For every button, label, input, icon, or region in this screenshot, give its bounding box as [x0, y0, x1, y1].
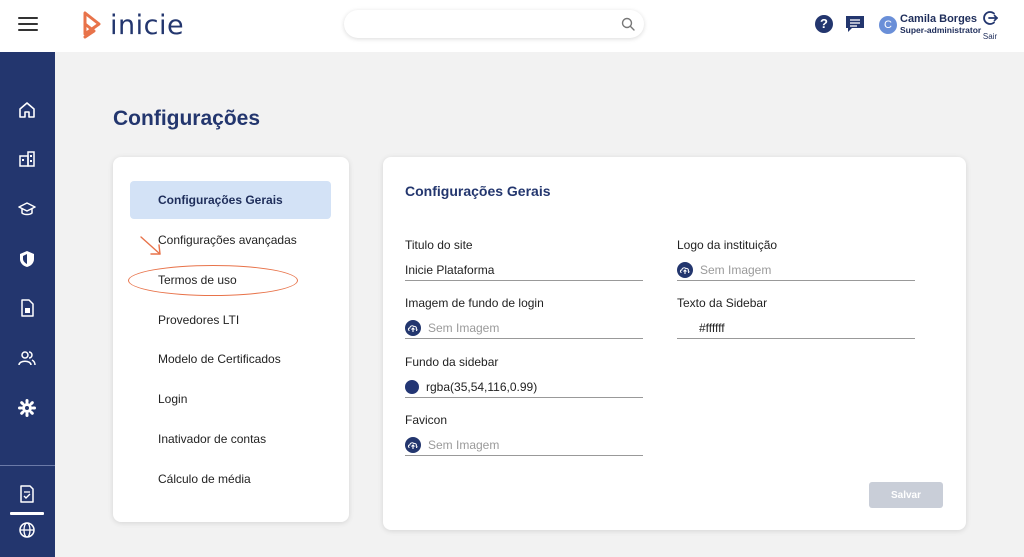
sidebar-divider [0, 465, 55, 466]
gear-icon[interactable] [18, 399, 36, 417]
menu-item-lti-providers[interactable]: Provedores LTI [130, 301, 331, 339]
user-profile[interactable]: C Camila Borges Super-administrator [879, 13, 981, 36]
login-background-label: Imagem de fundo de login [405, 296, 544, 310]
logout-button[interactable]: Sair [981, 10, 999, 41]
sidebar-text-label: Texto da Sidebar [677, 296, 768, 310]
save-button[interactable]: Salvar [869, 482, 943, 508]
avatar: C [879, 15, 897, 34]
menu-item-advanced-settings[interactable]: Configurações avançadas [130, 221, 331, 259]
site-title-input[interactable]: Inicie Plataforma [405, 260, 643, 281]
site-title-label: Titulo do site [405, 238, 473, 252]
login-background-placeholder: Sem Imagem [428, 321, 500, 335]
form-title: Configurações Gerais [405, 183, 551, 199]
search-bar [344, 10, 644, 38]
institution-logo-upload[interactable]: Sem Imagem [677, 260, 915, 281]
top-bar: inicie ? C Camila Borges Super-administr… [0, 0, 1024, 52]
report-icon[interactable] [18, 485, 36, 503]
users-icon[interactable] [18, 349, 36, 367]
favicon-label: Favicon [405, 413, 448, 427]
user-name: Camila Borges [900, 13, 978, 25]
sidebar-text-input[interactable]: #ffffff [677, 318, 915, 339]
logout-icon [983, 11, 999, 25]
building-icon[interactable] [18, 150, 36, 168]
logout-label: Sair [982, 32, 998, 41]
menu-item-average-calculation[interactable]: Cálculo de média [130, 460, 331, 498]
user-role: Super-administrator [900, 25, 982, 35]
favicon-placeholder: Sem Imagem [428, 438, 500, 452]
sidebar-background-value: rgba(35,54,116,0.99) [426, 380, 538, 394]
sidebar-active-indicator [10, 512, 44, 515]
help-icon[interactable]: ? [815, 15, 833, 33]
globe-icon[interactable] [18, 521, 36, 539]
settings-menu: Configurações Gerais Configurações avanç… [113, 157, 349, 522]
site-title-field: Titulo do site Inicie Plataforma [405, 238, 643, 281]
chat-icon[interactable] [845, 15, 865, 33]
menu-item-certificate-templates[interactable]: Modelo de Certificados [130, 340, 331, 378]
home-icon[interactable] [18, 101, 36, 119]
sidebar-text-value: #ffffff [699, 321, 725, 335]
upload-icon[interactable] [405, 320, 421, 336]
sidebar-text-field: Texto da Sidebar #ffffff [677, 296, 915, 339]
sidebar-background-field: Fundo da sidebar rgba(35,54,116,0.99) [405, 355, 643, 398]
menu-item-account-deactivator[interactable]: Inativador de contas [130, 420, 331, 458]
menu-item-login[interactable]: Login [130, 380, 331, 418]
upload-icon[interactable] [677, 262, 693, 278]
login-background-field: Imagem de fundo de login Sem Imagem [405, 296, 643, 339]
document-icon[interactable] [18, 299, 36, 317]
search-icon[interactable] [621, 17, 635, 31]
brand-logo[interactable]: inicie [80, 9, 185, 41]
brand-name: inicie [110, 9, 185, 41]
shield-icon[interactable] [18, 250, 36, 268]
institution-logo-placeholder: Sem Imagem [700, 263, 772, 277]
search-input[interactable] [344, 10, 604, 38]
favicon-upload[interactable]: Sem Imagem [405, 435, 643, 456]
login-background-upload[interactable]: Sem Imagem [405, 318, 643, 339]
favicon-field: Favicon Sem Imagem [405, 413, 643, 456]
institution-logo-field: Logo da instituição Sem Imagem [677, 238, 915, 281]
menu-item-terms-of-use[interactable]: Termos de uso [130, 261, 331, 299]
upload-icon[interactable] [405, 437, 421, 453]
general-settings-form: Configurações Gerais Titulo do site Inic… [383, 157, 966, 530]
menu-item-general-settings[interactable]: Configurações Gerais [130, 181, 331, 219]
graduation-cap-icon[interactable] [18, 200, 36, 218]
sidebar [0, 52, 55, 557]
institution-logo-label: Logo da instituição [677, 238, 778, 252]
sidebar-background-input[interactable]: rgba(35,54,116,0.99) [405, 377, 643, 398]
hamburger-menu-icon[interactable] [18, 17, 38, 31]
color-swatch[interactable] [405, 380, 419, 394]
page-title: Configurações [113, 107, 261, 130]
logo-mark-icon [83, 11, 101, 39]
site-title-value: Inicie Plataforma [405, 263, 495, 277]
sidebar-background-label: Fundo da sidebar [405, 355, 499, 369]
